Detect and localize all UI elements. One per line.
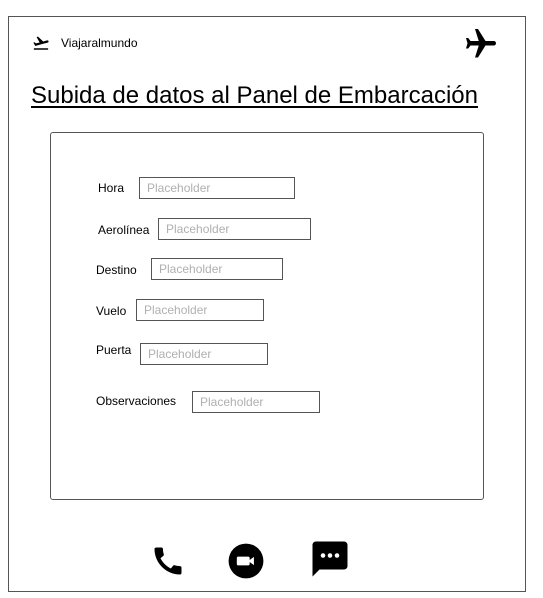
chat-icon[interactable] [309,538,351,580]
hora-label: Hora [98,181,125,195]
aerolinea-label: Aerolínea [98,223,150,237]
aerolinea-input[interactable] [158,218,311,240]
hora-input[interactable] [139,177,295,199]
puerta-label: Puerta [96,343,132,357]
brand[interactable]: Viajaralmundo [30,34,138,52]
airplane-icon [466,29,496,58]
destino-input[interactable] [151,258,283,280]
brand-name: Viajaralmundo [61,36,138,50]
video-call-icon[interactable] [227,542,265,580]
page-title: Subida de datos al Panel de Embarcación [31,82,478,109]
observaciones-label: Observaciones [96,394,177,408]
phone-icon[interactable] [150,543,186,579]
vuelo-label: Vuelo [96,304,127,318]
airplane-takeoff-icon [33,36,49,50]
vuelo-input[interactable] [136,299,264,321]
destino-label: Destino [96,263,137,277]
puerta-input[interactable] [140,343,268,365]
observaciones-input[interactable] [192,391,320,413]
